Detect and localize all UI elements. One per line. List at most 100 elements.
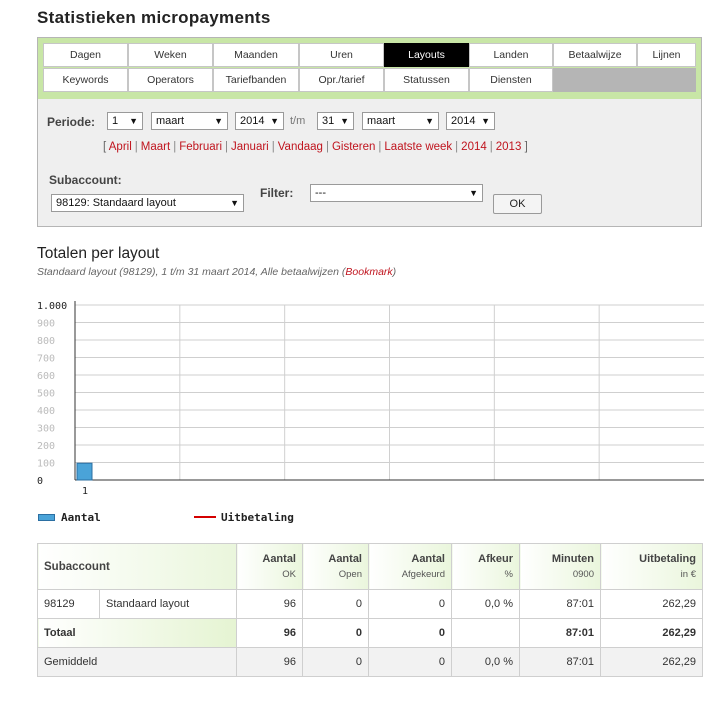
quick-link-januari[interactable]: Januari (231, 141, 269, 153)
cell-afkeur: 0,0 % (451, 589, 520, 619)
subaccount-label: Subaccount: (49, 173, 122, 187)
chevron-down-icon: ▼ (340, 116, 349, 126)
tab-landen[interactable]: Landen (469, 43, 553, 67)
bookmark-link[interactable]: Bookmark (345, 266, 392, 278)
quick-links-close: ] (524, 141, 528, 153)
th-aantal-afgekeurd: Aantal Afgekeurd (368, 543, 452, 590)
cell-avg-open: 0 (302, 647, 369, 677)
legend-uitbetaling-label: Uitbetaling (221, 511, 294, 524)
tab-opr-tarief[interactable]: Opr./tarief (299, 68, 384, 92)
tab-uren[interactable]: Uren (299, 43, 384, 67)
periode-label: Periode: (47, 115, 96, 129)
legend-aantal-swatch (38, 514, 55, 521)
quick-link-2013[interactable]: 2013 (496, 141, 522, 153)
from-day-value: 1 (112, 115, 119, 127)
table-total-row: Totaal 96 0 0 87:01 262,29 (37, 618, 703, 648)
table-average-row: Gemiddeld 96 0 0 0,0 % 87:01 262,29 (37, 647, 703, 677)
cell-open: 0 (302, 589, 369, 619)
to-year-value: 2014 (451, 115, 476, 127)
legend-aantal-label: Aantal (61, 511, 101, 524)
section-subtitle-text: Standaard layout (98129), 1 t/m 31 maart… (37, 266, 339, 278)
tab-statussen[interactable]: Statussen (384, 68, 469, 92)
y-tick-label: 900 (37, 319, 55, 330)
cell-avg-afgekeurd: 0 (368, 647, 452, 677)
page-title: Statistieken micropayments (37, 8, 271, 27)
tab-betaalwijze[interactable]: Betaalwijze (553, 43, 637, 67)
quick-link-gisteren[interactable]: Gisteren (332, 141, 375, 153)
cell-total-ok: 96 (236, 618, 303, 648)
table-row[interactable]: 98129 Standaard layout 96 0 0 0,0 % 87:0… (37, 589, 703, 619)
x-tick-label: 1 (82, 486, 88, 497)
tab-lijnen[interactable]: Lijnen (637, 43, 696, 67)
chevron-down-icon: ▼ (270, 116, 279, 126)
cell-total-afkeur (451, 618, 520, 648)
to-day-value: 31 (322, 115, 335, 127)
y-tick-label: 200 (37, 441, 55, 452)
quick-links-open: [ (103, 141, 107, 153)
bar-aantal (76, 462, 93, 481)
legend-uitbetaling-swatch (194, 516, 216, 518)
th-aantal-open: Aantal Open (302, 543, 369, 590)
y-tick-label: 500 (37, 389, 55, 400)
cell-avg-uitbetaling: 262,29 (600, 647, 703, 677)
from-month-select[interactable]: maart ▼ (151, 112, 228, 130)
th-aantal-ok: Aantal OK (236, 543, 303, 590)
quick-link-laatste-week[interactable]: Laatste week (384, 141, 452, 153)
tab-tariefbanden[interactable]: Tariefbanden (213, 68, 299, 92)
from-year-select[interactable]: 2014 ▼ (235, 112, 284, 130)
tab-filler (553, 68, 696, 92)
cell-ok: 96 (236, 589, 303, 619)
y-tick-label: 100 (37, 459, 55, 470)
quick-links: [ April | Maart | Februari | Januari | Vandaag | G… (103, 141, 528, 153)
y-tick-label: 1.000 (37, 301, 67, 312)
chevron-down-icon: ▼ (425, 116, 434, 126)
to-month-value: maart (367, 115, 396, 127)
y-tick-label: 400 (37, 406, 55, 417)
y-tick-label: 300 (37, 424, 55, 435)
to-year-select[interactable]: 2014 ▼ (446, 112, 495, 130)
th-minuten: Minuten 0900 (519, 543, 601, 590)
cell-total-label: Totaal (37, 618, 237, 648)
tab-weken[interactable]: Weken (128, 43, 213, 67)
chevron-down-icon: ▼ (230, 198, 239, 208)
filter-select[interactable]: --- ▼ (310, 184, 483, 202)
th-uitbetaling: Uitbetaling in € (600, 543, 703, 590)
cell-avg-ok: 96 (236, 647, 303, 677)
from-year-value: 2014 (240, 115, 265, 127)
cell-uitbetaling: 262,29 (600, 589, 703, 619)
tab-dagen[interactable]: Dagen (43, 43, 128, 67)
cell-avg-minuten: 87:01 (519, 647, 601, 677)
cell-total-afgekeurd: 0 (368, 618, 452, 648)
quick-link-2014[interactable]: 2014 (461, 141, 487, 153)
cell-afgekeurd: 0 (368, 589, 452, 619)
chevron-down-icon: ▼ (129, 116, 138, 126)
tab-keywords[interactable]: Keywords (43, 68, 128, 92)
from-month-value: maart (156, 115, 185, 127)
tm-label: t/m (290, 115, 306, 127)
y-tick-label: 600 (37, 371, 55, 382)
quick-link-februari[interactable]: Februari (179, 141, 222, 153)
ok-button[interactable]: OK (493, 194, 542, 214)
tab-maanden[interactable]: Maanden (213, 43, 299, 67)
cell-id: 98129 (37, 589, 100, 619)
filter-label: Filter: (260, 186, 294, 200)
y-tick-label: 700 (37, 354, 55, 365)
to-day-select[interactable]: 31 ▼ (317, 112, 354, 130)
quick-link-april[interactable]: April (109, 141, 132, 153)
to-month-select[interactable]: maart ▼ (362, 112, 439, 130)
tab-operators[interactable]: Operators (128, 68, 213, 92)
filter-panel: Dagen Weken Maanden Uren Layouts Landen … (37, 37, 702, 227)
quick-link-vandaag[interactable]: Vandaag (278, 141, 323, 153)
subaccount-select[interactable]: 98129: Standaard layout ▼ (51, 194, 244, 212)
from-day-select[interactable]: 1 ▼ (107, 112, 143, 130)
cell-total-uitbetaling: 262,29 (600, 618, 703, 648)
chevron-down-icon: ▼ (481, 116, 490, 126)
th-afkeur: Afkeur% (451, 543, 520, 590)
tab-diensten[interactable]: Diensten (469, 68, 553, 92)
filter-value: --- (315, 187, 326, 199)
cell-avg-label: Gemiddeld (37, 647, 237, 677)
cell-avg-afkeur: 0,0 % (451, 647, 520, 677)
tab-layouts[interactable]: Layouts (384, 43, 469, 67)
quick-link-maart[interactable]: Maart (141, 141, 170, 153)
layout-chart: 0 100 200 300 400 500 600 700 800 900 1.000 1 (37, 301, 704, 497)
